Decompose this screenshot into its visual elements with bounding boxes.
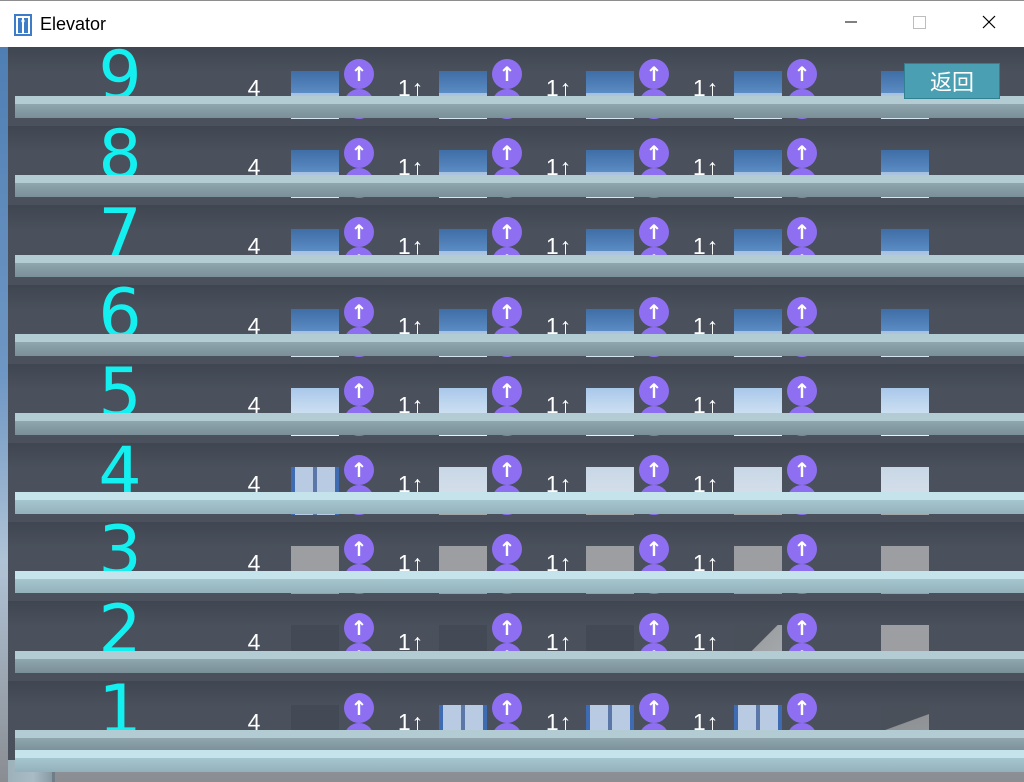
- slab-top: [15, 571, 1024, 580]
- maximize-icon: [911, 14, 927, 35]
- call-up-button[interactable]: ↑: [639, 534, 669, 565]
- window-title-bar[interactable]: Elevator: [0, 0, 1024, 47]
- call-up-button[interactable]: ↑: [492, 375, 522, 406]
- floor-slab: [15, 571, 1024, 594]
- minimize-icon: [843, 14, 859, 35]
- call-up-button[interactable]: ↑: [639, 692, 669, 723]
- back-button[interactable]: 返回: [904, 63, 1000, 99]
- slab-face: [15, 421, 1024, 435]
- floor-slab: [15, 254, 1024, 277]
- floor-slab: [15, 96, 1024, 119]
- slab-face: [15, 262, 1024, 277]
- call-up-button[interactable]: ↑: [639, 375, 669, 406]
- floor-slab: [15, 729, 1024, 752]
- floor-slab: [15, 492, 1024, 515]
- minimize-button[interactable]: [828, 1, 874, 47]
- close-button[interactable]: [966, 1, 1012, 47]
- slab-top: [15, 333, 1024, 342]
- slab-face: [15, 757, 1024, 772]
- ground-slab: [15, 749, 1024, 772]
- slab-face: [15, 658, 1024, 673]
- call-up-button[interactable]: ↑: [492, 692, 522, 723]
- slab-face: [15, 104, 1024, 119]
- window-title: Elevator: [40, 14, 107, 34]
- call-up-button[interactable]: ↑: [639, 59, 669, 89]
- maximize-button[interactable]: [896, 1, 942, 47]
- call-up-button[interactable]: ↑: [787, 375, 817, 406]
- slab-top: [15, 96, 1024, 105]
- call-up-button[interactable]: ↑: [639, 296, 669, 327]
- call-up-button[interactable]: ↑: [787, 59, 817, 89]
- call-up-button[interactable]: ↑: [492, 455, 522, 485]
- call-up-button[interactable]: ↑: [492, 59, 522, 89]
- building: 94↑↓↑↓↑↓↑↓1↑1↑1↑84↑↓↑↓↑↓↑↓1↑1↑1↑74↑↓↑↓↑↓…: [0, 47, 1024, 782]
- floor-slab: [15, 333, 1024, 356]
- call-up-button[interactable]: ↑: [787, 455, 817, 485]
- call-up-button[interactable]: ↑: [344, 138, 374, 169]
- slab-top: [15, 650, 1024, 659]
- slab-face: [15, 500, 1024, 515]
- slab-face: [15, 341, 1024, 356]
- call-up-button[interactable]: ↑: [492, 534, 522, 565]
- call-up-button[interactable]: ↑: [492, 138, 522, 169]
- call-up-button[interactable]: ↑: [639, 138, 669, 169]
- close-icon: [981, 14, 997, 35]
- slab-face: [15, 183, 1024, 198]
- call-up-button[interactable]: ↑: [492, 296, 522, 327]
- call-up-button[interactable]: ↑: [787, 692, 817, 723]
- call-up-button[interactable]: ↑: [344, 692, 374, 723]
- floor-slab: [15, 175, 1024, 198]
- call-up-button[interactable]: ↑: [344, 375, 374, 406]
- call-up-button[interactable]: ↑: [787, 296, 817, 327]
- call-up-button[interactable]: ↑: [787, 138, 817, 169]
- slab-face: [15, 579, 1024, 594]
- call-up-button[interactable]: ↑: [639, 455, 669, 485]
- call-up-button[interactable]: ↑: [344, 455, 374, 485]
- slab-top: [15, 254, 1024, 263]
- call-up-button[interactable]: ↑: [344, 534, 374, 565]
- floor-slab: [15, 413, 1024, 435]
- call-up-button[interactable]: ↑: [344, 296, 374, 327]
- elevator-app-icon: [14, 14, 32, 36]
- slab-top: [15, 175, 1024, 184]
- slab-top: [15, 492, 1024, 501]
- slab-top: [15, 413, 1024, 421]
- slab-top: [15, 749, 1024, 758]
- slab-top: [15, 729, 1024, 738]
- call-up-button[interactable]: ↑: [787, 534, 817, 565]
- floor-slab: [15, 650, 1024, 673]
- call-up-button[interactable]: ↑: [344, 59, 374, 89]
- elevator-scene: 94↑↓↑↓↑↓↑↓1↑1↑1↑84↑↓↑↓↑↓↑↓1↑1↑1↑74↑↓↑↓↑↓…: [0, 47, 1024, 782]
